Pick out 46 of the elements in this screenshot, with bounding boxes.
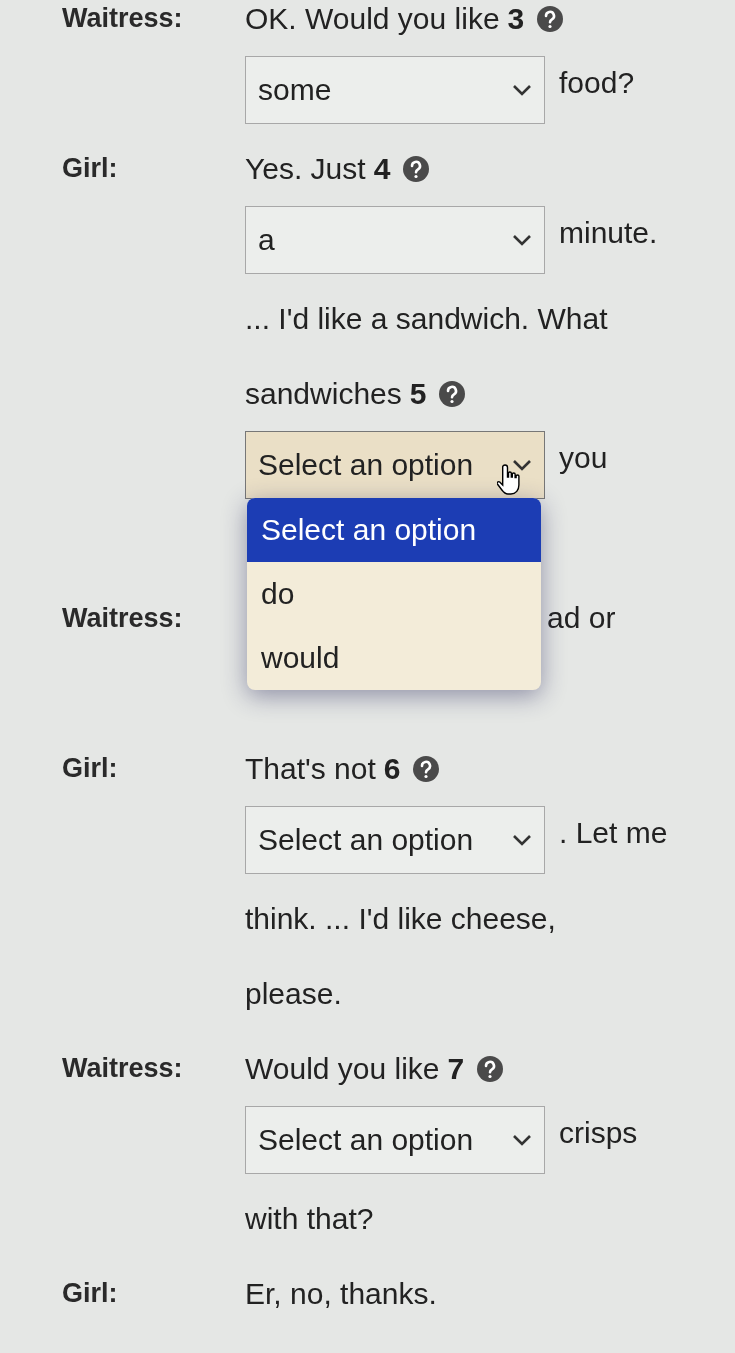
dialogue-text: Would you like	[245, 1051, 440, 1086]
dialogue-text: you	[559, 441, 608, 475]
gap-number: 3	[507, 1, 525, 36]
speaker-label: Girl:	[61, 152, 119, 185]
help-icon[interactable]	[438, 379, 467, 408]
gap-number: 5	[409, 376, 427, 411]
dialogue-text: ... I'd like a sandwich. What	[245, 301, 608, 336]
dropdown-option[interactable]: do	[247, 562, 541, 626]
speaker-label: Waitress:	[61, 2, 184, 35]
chevron-icon	[512, 459, 532, 471]
speaker-label: Waitress:	[61, 1052, 184, 1085]
dialogue-text: please.	[245, 976, 342, 1011]
help-icon[interactable]	[412, 754, 441, 783]
help-icon[interactable]	[536, 4, 565, 33]
speaker-label: Girl:	[61, 752, 119, 785]
dropdown-select[interactable]: Select an option	[245, 1106, 545, 1174]
dialogue-text: OK. Would you like	[245, 1, 500, 36]
dialogue-text: minute.	[559, 216, 658, 250]
dialogue-text: sandwiches	[245, 376, 402, 411]
speaker-label: Girl:	[61, 1277, 119, 1310]
chevron-icon	[512, 834, 532, 846]
chevron-icon	[512, 1134, 532, 1146]
dropdown-select[interactable]: Select an option	[245, 431, 545, 499]
chevron-icon	[512, 234, 532, 246]
dropdown-option[interactable]: would	[247, 626, 541, 690]
dialogue-text: crisps	[559, 1116, 638, 1150]
gap-number: 7	[447, 1051, 465, 1086]
dialogue-text: That's not	[245, 751, 376, 786]
gap-number: 6	[383, 751, 401, 786]
dialogue-text: ad or	[547, 601, 616, 635]
chevron-icon	[512, 84, 532, 96]
help-icon[interactable]	[402, 154, 431, 183]
dialogue-text: Yes. Just	[245, 151, 366, 186]
help-icon[interactable]	[476, 1054, 505, 1083]
dropdown-option[interactable]: Select an option	[247, 498, 541, 562]
dialogue-text: Er, no, thanks.	[245, 1276, 437, 1311]
hand-cursor-icon	[497, 463, 523, 497]
dropdown-select[interactable]: some	[245, 56, 545, 124]
gap-number: 4	[373, 151, 391, 186]
dialogue-text: . Let me	[559, 816, 668, 850]
speaker-label: Waitress:	[61, 602, 184, 635]
dropdown-select[interactable]: a	[245, 206, 545, 274]
dropdown-select[interactable]: Select an option	[245, 806, 545, 874]
dialogue-text: food?	[559, 66, 635, 100]
dialogue-text: with that?	[245, 1201, 374, 1236]
dialogue-text: think. ... I'd like cheese,	[245, 901, 556, 936]
